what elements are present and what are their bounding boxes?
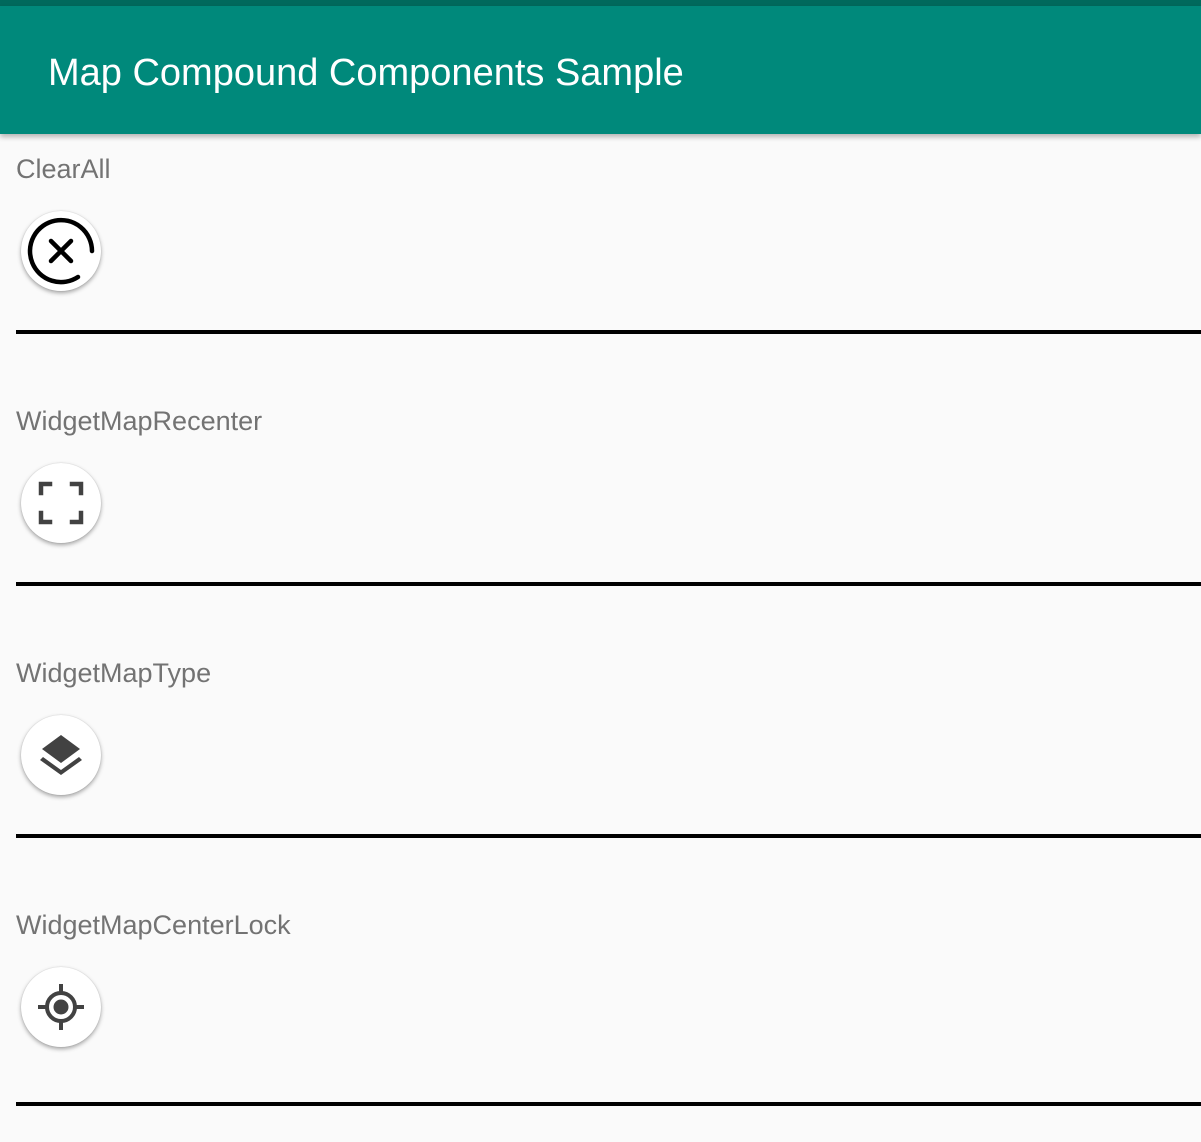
map-recenter-button[interactable]: [21, 463, 101, 543]
section-label-clear-all: ClearAll: [16, 154, 111, 184]
section-clear-all: ClearAll: [0, 134, 1201, 386]
clear-all-icon: [27, 217, 95, 285]
section-map-center-lock: WidgetMapCenterLock: [0, 890, 1201, 1142]
section-map-recenter: WidgetMapRecenter: [0, 386, 1201, 638]
app-bar: Map Compound Components Sample: [0, 6, 1201, 134]
recenter-icon: [38, 481, 84, 525]
divider: [16, 1102, 1201, 1106]
section-label-map-center-lock: WidgetMapCenterLock: [16, 910, 291, 940]
section-label-map-recenter: WidgetMapRecenter: [16, 406, 263, 436]
gps-fixed-icon: [38, 984, 84, 1030]
section-map-type: WidgetMapType: [0, 638, 1201, 890]
clear-all-button[interactable]: [21, 211, 101, 291]
divider: [16, 834, 1201, 838]
divider: [16, 582, 1201, 586]
section-label-map-type: WidgetMapType: [16, 658, 212, 688]
app-title: Map Compound Components Sample: [48, 52, 684, 94]
layers-icon: [40, 735, 82, 775]
map-type-button[interactable]: [21, 715, 101, 795]
divider: [16, 330, 1201, 334]
map-center-lock-button[interactable]: [21, 967, 101, 1047]
